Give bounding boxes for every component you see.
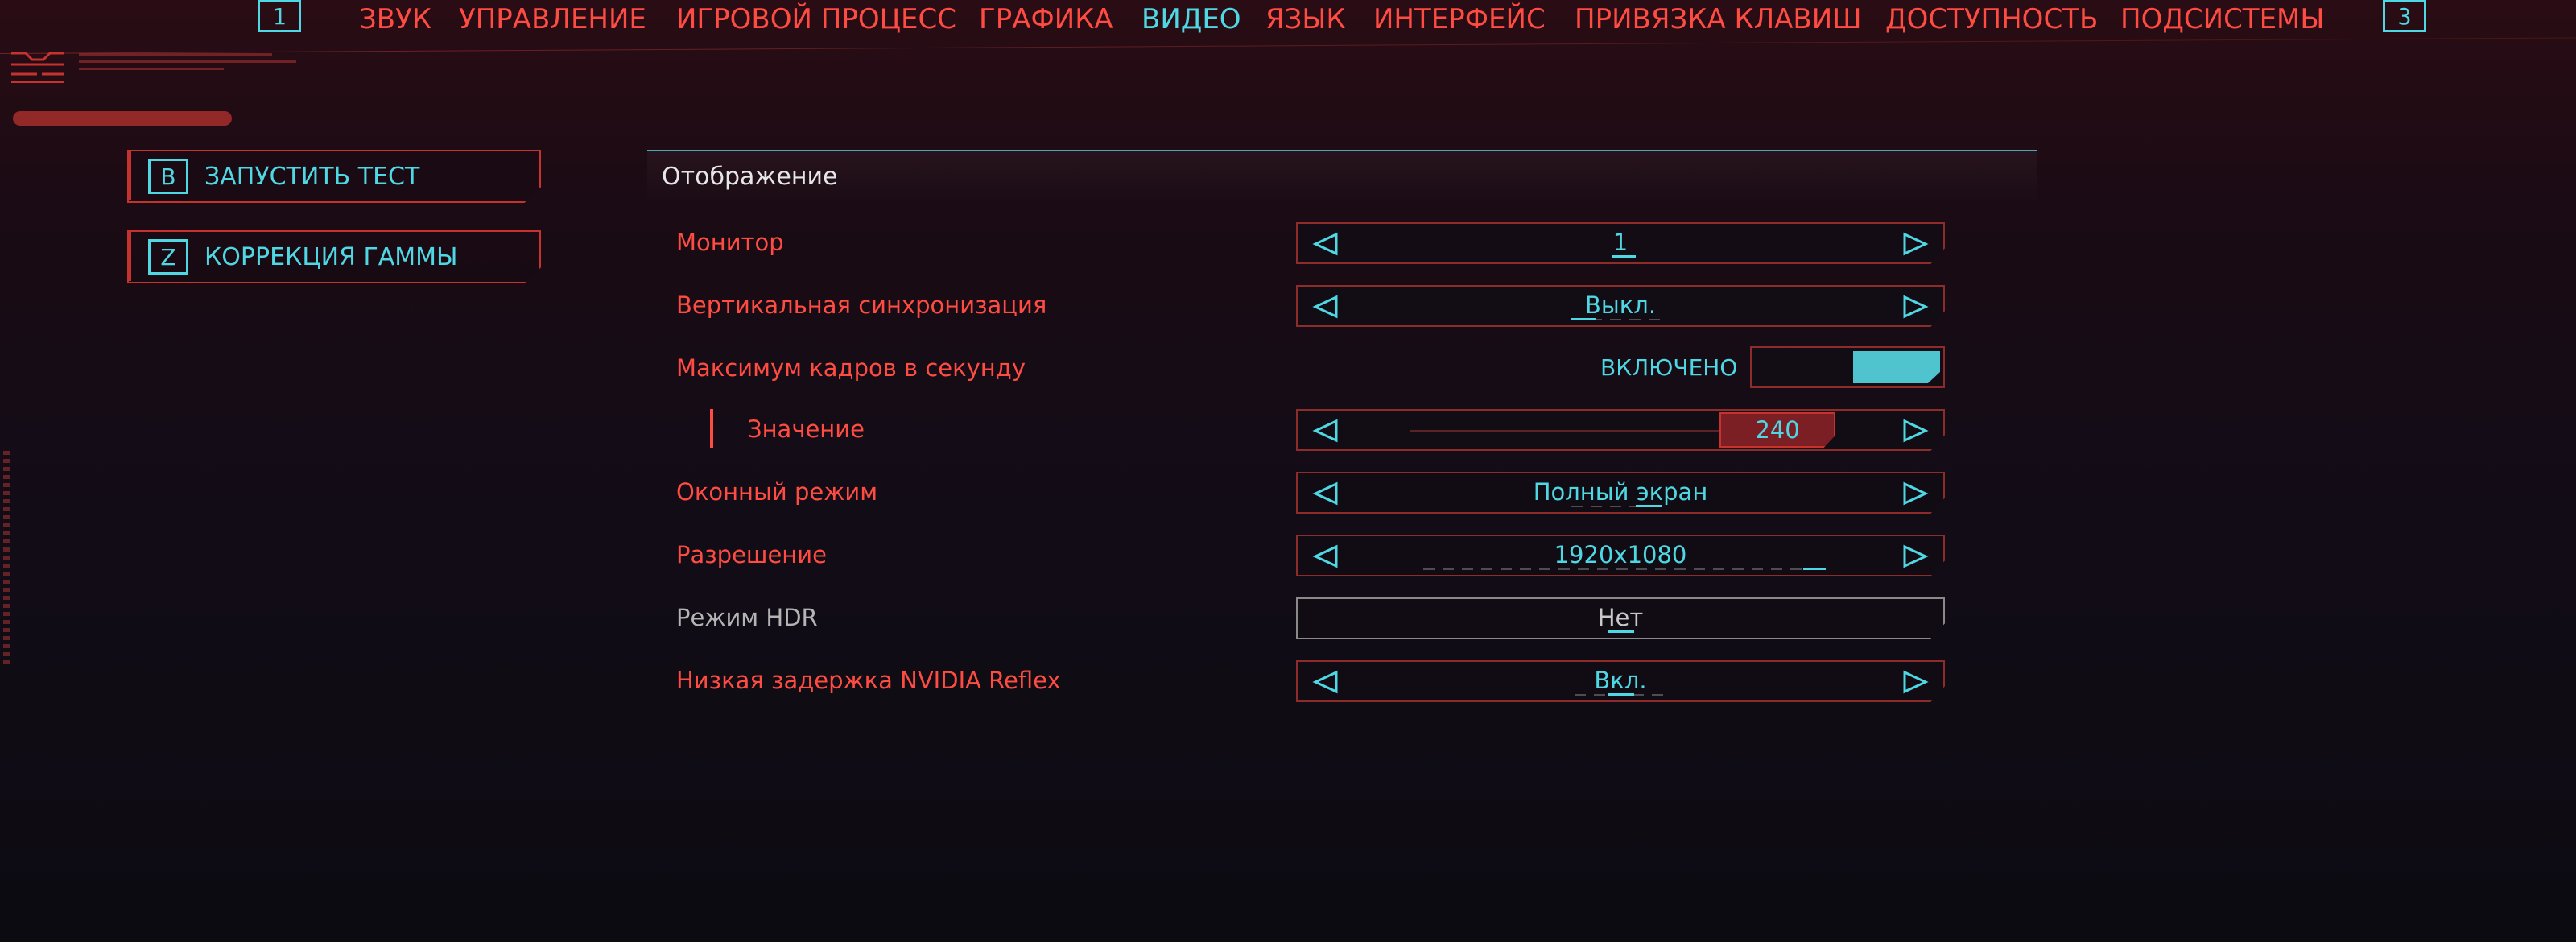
decorative-vertical-strip: [3, 451, 10, 668]
section-title: Отображение: [662, 163, 838, 191]
reflex-indicator: [1608, 693, 1634, 696]
tab-accessibility[interactable]: ДОСТУПНОСТЬ: [1885, 3, 2098, 43]
window-mode-indicator: [1636, 505, 1662, 507]
monitor-value: 1: [1612, 229, 1629, 256]
window-mode-selector[interactable]: Полный экран: [1296, 472, 1945, 514]
tab-gameplay[interactable]: ИГРОВОЙ ПРОЦЕСС: [676, 3, 956, 43]
sub-setting-marker: [710, 409, 713, 448]
key-hint-b: B: [148, 159, 188, 194]
hdr-selector: Нет: [1296, 597, 1945, 639]
hdr-indicator: [1608, 630, 1634, 633]
fps-value-label: Значение: [747, 415, 865, 443]
window-mode-value: Полный экран: [1533, 478, 1708, 506]
reflex-selector[interactable]: Вкл.: [1296, 660, 1945, 702]
triangle-right-icon[interactable]: [1901, 481, 1929, 506]
triangle-left-icon[interactable]: [1312, 419, 1340, 443]
triangle-right-icon[interactable]: [1901, 232, 1929, 256]
key-hint-z: Z: [148, 239, 188, 275]
tab-controls[interactable]: УПРАВЛЕНИЕ: [459, 3, 646, 43]
triangle-right-icon[interactable]: [1901, 670, 1929, 694]
vsync-selector[interactable]: Выкл.: [1296, 285, 1945, 327]
gamma-correction-label: КОРРЕКЦИЯ ГАММЫ: [204, 242, 458, 271]
tab-subsystems[interactable]: ПОДСИСТЕМЫ: [2120, 3, 2324, 43]
run-benchmark-label: ЗАПУСТИТЬ ТЕСТ: [204, 162, 420, 191]
reflex-label: Низкая задержка NVIDIA Reflex: [676, 667, 1061, 694]
tab-interface[interactable]: ИНТЕРФЕЙС: [1373, 3, 1546, 43]
triangle-right-icon[interactable]: [1901, 544, 1929, 568]
slider-thumb[interactable]: 240: [1719, 412, 1835, 448]
fps-value-slider[interactable]: 240: [1296, 409, 1945, 451]
monitor-label: Монитор: [676, 229, 784, 256]
monitor-selector[interactable]: 1: [1296, 222, 1945, 264]
toggle-knob: [1853, 351, 1940, 383]
monitor-indicator: [1612, 255, 1636, 258]
gamma-correction-button[interactable]: Z КОРРЕКЦИЯ ГАММЫ: [127, 230, 541, 283]
max-fps-toggle[interactable]: [1750, 346, 1945, 388]
run-benchmark-button[interactable]: B ЗАПУСТИТЬ ТЕСТ: [127, 150, 541, 203]
hdr-label: Режим HDR: [676, 604, 818, 631]
section-header: Отображение: [647, 150, 2037, 203]
vsync-label: Вертикальная синхронизация: [676, 291, 1047, 319]
tab-video[interactable]: ВИДЕО: [1141, 3, 1241, 43]
triangle-right-icon[interactable]: [1901, 295, 1929, 319]
resolution-options-track: [1423, 568, 1810, 570]
triangle-right-icon[interactable]: [1901, 419, 1929, 443]
decorative-pill: [13, 111, 232, 126]
tab-sound[interactable]: ЗВУК: [359, 3, 431, 43]
tab-graphics[interactable]: ГРАФИКА: [979, 3, 1113, 43]
slider-track: [1410, 430, 1724, 432]
vsync-indicator: [1571, 318, 1596, 320]
top-tab-bar: 1 ЗВУК УПРАВЛЕНИЕ ИГРОВОЙ ПРОЦЕСС ГРАФИК…: [0, 0, 2576, 56]
tab-prev-key[interactable]: 1: [258, 0, 301, 32]
hdr-value: Нет: [1597, 604, 1644, 631]
resolution-selector[interactable]: 1920x1080: [1296, 535, 1945, 576]
decorative-logo-icon: [11, 52, 64, 83]
max-fps-state: ВКЛЮЧЕНО: [1600, 354, 1738, 381]
tab-key-bindings[interactable]: ПРИВЯЗКА КЛАВИШ: [1575, 3, 1862, 43]
resolution-indicator: [1803, 568, 1826, 570]
max-fps-label: Максимум кадров в секунду: [676, 354, 1026, 382]
tab-next-key[interactable]: 3: [2383, 0, 2426, 32]
resolution-label: Разрешение: [676, 541, 827, 568]
vsync-value: Выкл.: [1584, 291, 1657, 319]
display-settings-panel: Отображение Монитор 1 Вертикальная синхр…: [647, 150, 2037, 713]
decorative-lines: [79, 53, 296, 75]
tab-language[interactable]: ЯЗЫК: [1265, 3, 1346, 43]
reflex-value: Вкл.: [1594, 667, 1647, 694]
window-mode-label: Оконный режим: [676, 478, 878, 506]
resolution-value: 1920x1080: [1554, 541, 1687, 568]
